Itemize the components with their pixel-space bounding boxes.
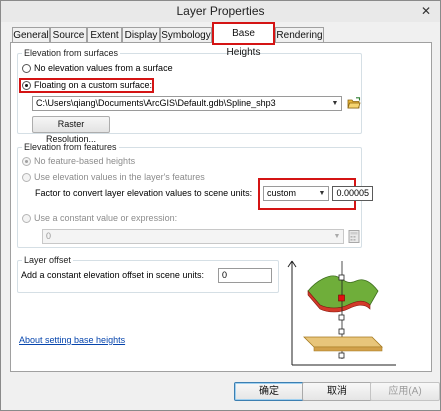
tab-general[interactable]: General <box>12 27 50 43</box>
chevron-down-icon: ▼ <box>318 190 326 197</box>
group-legend: Elevation from surfaces <box>22 48 121 58</box>
custom-surface-label: Floating on a custom surface: <box>34 80 153 90</box>
custom-surface-radio[interactable] <box>22 81 31 90</box>
no-feature-heights-label: No feature-based heights <box>34 156 136 166</box>
no-surface-label: No elevation values from a surface <box>34 63 173 73</box>
use-feature-values-radio[interactable] <box>22 173 31 182</box>
use-feature-values-label: Use elevation values in the layer's feat… <box>34 172 205 182</box>
no-feature-heights-radio[interactable] <box>22 157 31 166</box>
close-icon[interactable]: ✕ <box>418 4 434 19</box>
tab-symbology[interactable]: Symbology <box>160 27 212 43</box>
dialog-title: Layer Properties <box>176 4 265 18</box>
constant-expression-radio[interactable] <box>22 214 31 223</box>
constant-expression-dropdown[interactable]: 0 ▼ <box>42 229 344 244</box>
tab-base-heights[interactable]: Base Heights <box>212 22 275 58</box>
elevation-from-surfaces-group: Elevation from surfaces No elevation val… <box>17 48 362 144</box>
layer-offset-group: Layer offset Add a constant elevation of… <box>17 255 279 293</box>
title-bar: Layer Properties ✕ <box>1 1 440 22</box>
surface-path-value: C:\Users\qiang\Documents\ArcGIS\Default.… <box>36 98 276 108</box>
elevation-from-features-group: Elevation from features No feature-based… <box>17 142 373 248</box>
surface-path-dropdown[interactable]: C:\Users\qiang\Documents\ArcGIS\Default.… <box>32 96 342 111</box>
conversion-factor-input[interactable]: 0.00005 <box>332 186 373 201</box>
offset-input[interactable]: 0 <box>218 268 272 283</box>
tab-strip: General Source Extent Display Symbology … <box>1 22 440 58</box>
no-surface-radio[interactable] <box>22 64 31 73</box>
conversion-factor-label: Factor to convert layer elevation values… <box>35 188 253 198</box>
ok-button[interactable]: 确定 <box>234 382 304 401</box>
calculator-icon[interactable] <box>346 229 362 244</box>
tab-source[interactable]: Source <box>50 27 87 43</box>
raster-resolution-button[interactable]: Raster Resolution... <box>32 116 110 144</box>
tab-display[interactable]: Display <box>122 27 160 43</box>
base-heights-panel: Elevation from surfaces No elevation val… <box>10 42 432 372</box>
group-legend: Layer offset <box>22 255 73 265</box>
cancel-button[interactable]: 取消 <box>302 382 372 401</box>
help-link[interactable]: About setting base heights <box>19 335 125 346</box>
apply-button[interactable]: 应用(A) <box>370 382 440 401</box>
tab-rendering[interactable]: Rendering <box>275 27 324 43</box>
units-value: custom <box>267 188 297 198</box>
tab-extent[interactable]: Extent <box>87 27 122 43</box>
constant-value: 0 <box>46 231 52 241</box>
open-folder-icon[interactable] <box>346 96 362 111</box>
chevron-down-icon: ▼ <box>333 233 341 240</box>
offset-label: Add a constant elevation offset in scene… <box>21 270 204 280</box>
group-legend: Elevation from features <box>22 142 119 152</box>
layer-properties-dialog: Layer Properties ✕ General Source Extent… <box>0 0 441 411</box>
base-height-illustration <box>286 255 398 370</box>
constant-expression-label: Use a constant value or expression: <box>34 213 178 223</box>
chevron-down-icon: ▼ <box>331 100 339 107</box>
units-dropdown[interactable]: custom ▼ <box>263 186 329 201</box>
